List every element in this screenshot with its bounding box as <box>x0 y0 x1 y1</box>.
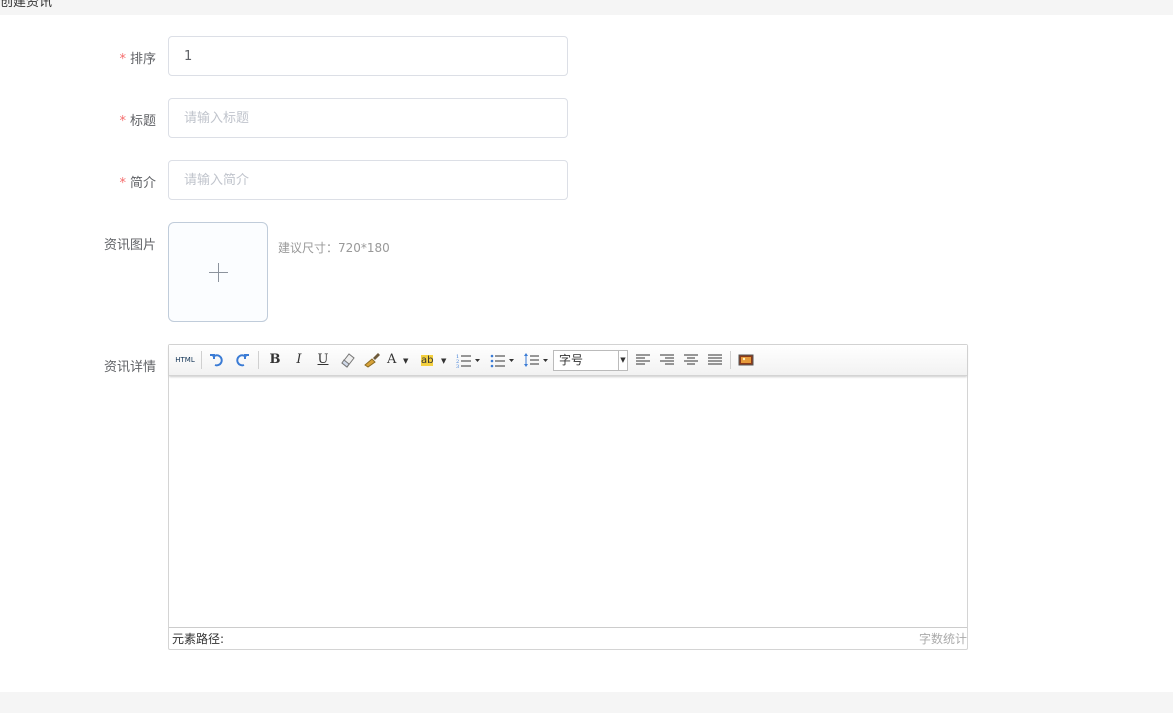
image-icon <box>738 354 754 366</box>
bold-button[interactable]: B <box>266 350 284 370</box>
svg-text:3: 3 <box>456 364 459 370</box>
toolbar-divider <box>258 351 259 369</box>
page-title: 创建资讯 <box>0 0 53 10</box>
chevron-down-icon: ▼ <box>441 357 447 365</box>
align-justify-icon <box>708 354 722 365</box>
format-painter-button[interactable] <box>362 350 382 370</box>
required-mark: * <box>119 114 126 129</box>
eraser-button[interactable] <box>338 350 358 370</box>
image-size-hint: 建议尺寸：720*180 <box>278 241 390 255</box>
undo-icon <box>210 354 223 367</box>
unordered-list-button[interactable] <box>489 350 517 370</box>
align-right-button[interactable] <box>657 350 677 370</box>
align-left-button[interactable] <box>633 350 653 370</box>
font-color-icon: A <box>387 352 397 367</box>
align-right-icon <box>660 354 674 365</box>
toolbar-divider <box>730 351 731 369</box>
undo-button[interactable] <box>207 350 227 370</box>
align-center-button[interactable] <box>681 350 701 370</box>
intro-input[interactable] <box>168 160 568 200</box>
image-label: 资讯图片 <box>103 238 156 253</box>
title-label: * 标题 <box>119 114 156 129</box>
page-footer <box>0 692 1173 713</box>
font-size-select[interactable]: 字号 ▼ <box>553 350 628 371</box>
align-justify-button[interactable] <box>705 350 725 370</box>
detail-label: 资讯详情 <box>103 360 156 375</box>
editor-statusbar: 元素路径: 字数统计 <box>169 627 967 649</box>
brush-icon <box>364 353 380 368</box>
required-mark: * <box>119 176 126 191</box>
align-left-icon <box>636 354 650 365</box>
highlight-color-button[interactable]: ab ▼ <box>421 350 449 370</box>
required-mark: * <box>119 52 126 67</box>
word-count: 字数统计 <box>918 632 967 646</box>
sort-input[interactable] <box>168 36 568 76</box>
font-color-button[interactable]: A ▼ <box>387 350 411 370</box>
chevron-down-icon: ▼ <box>403 357 409 365</box>
ordered-list-icon: 123 <box>456 354 480 370</box>
title-input[interactable] <box>168 98 568 138</box>
rich-text-editor: HTML B I U A ▼ ab ▼ 123 字号 ▼ 元素路径: 字数统计 <box>168 344 968 650</box>
line-height-button[interactable] <box>523 350 551 370</box>
sort-label: * 排序 <box>119 52 156 67</box>
element-path: 元素路径: <box>172 632 225 646</box>
chevron-down-icon: ▼ <box>618 351 627 370</box>
unordered-list-icon <box>490 354 514 368</box>
image-upload-button[interactable] <box>168 222 268 322</box>
toolbar-divider <box>201 351 202 369</box>
intro-label: * 简介 <box>119 176 156 191</box>
insert-image-button[interactable] <box>736 350 756 370</box>
editor-toolbar: HTML B I U A ▼ ab ▼ 123 字号 ▼ <box>169 345 967 376</box>
redo-button[interactable] <box>232 350 252 370</box>
html-source-button[interactable]: HTML <box>174 350 196 370</box>
italic-button[interactable]: I <box>290 350 308 370</box>
eraser-icon <box>341 353 355 368</box>
redo-icon <box>236 354 249 367</box>
highlight-icon: ab <box>421 355 434 366</box>
line-height-icon <box>524 353 548 367</box>
underline-button[interactable]: U <box>314 350 332 370</box>
editor-content-area[interactable] <box>169 377 967 627</box>
ordered-list-button[interactable]: 123 <box>455 350 483 370</box>
page-header: 创建资讯 <box>0 0 1173 15</box>
align-center-icon <box>684 354 698 365</box>
